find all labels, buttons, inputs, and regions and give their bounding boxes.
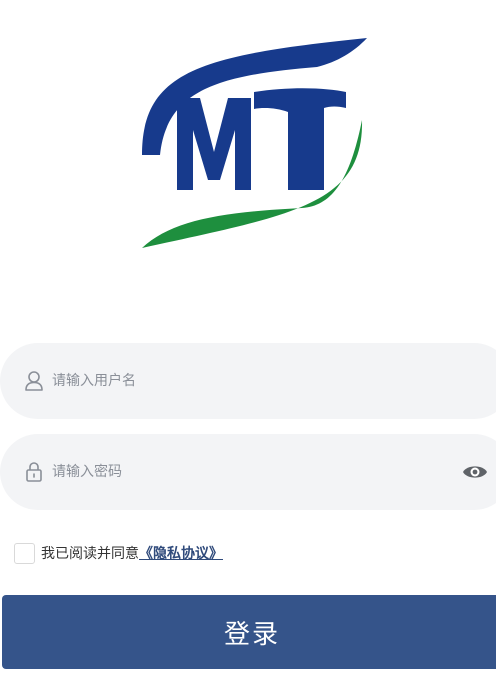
privacy-policy-link[interactable]: 《隐私协议》: [139, 543, 223, 563]
agreement-row: 我已阅读并同意 《隐私协议》: [14, 541, 223, 565]
username-input[interactable]: [52, 343, 432, 419]
user-icon: [25, 371, 43, 391]
agreement-checkbox[interactable]: [14, 542, 35, 564]
password-field-container: [0, 434, 496, 510]
lock-icon: [26, 462, 42, 482]
login-button[interactable]: 登录: [2, 595, 496, 669]
eye-icon[interactable]: [462, 461, 488, 483]
username-field-container: [0, 343, 496, 419]
password-input[interactable]: [52, 434, 432, 510]
agreement-text: 我已阅读并同意: [41, 546, 139, 562]
company-logo: [142, 38, 367, 248]
